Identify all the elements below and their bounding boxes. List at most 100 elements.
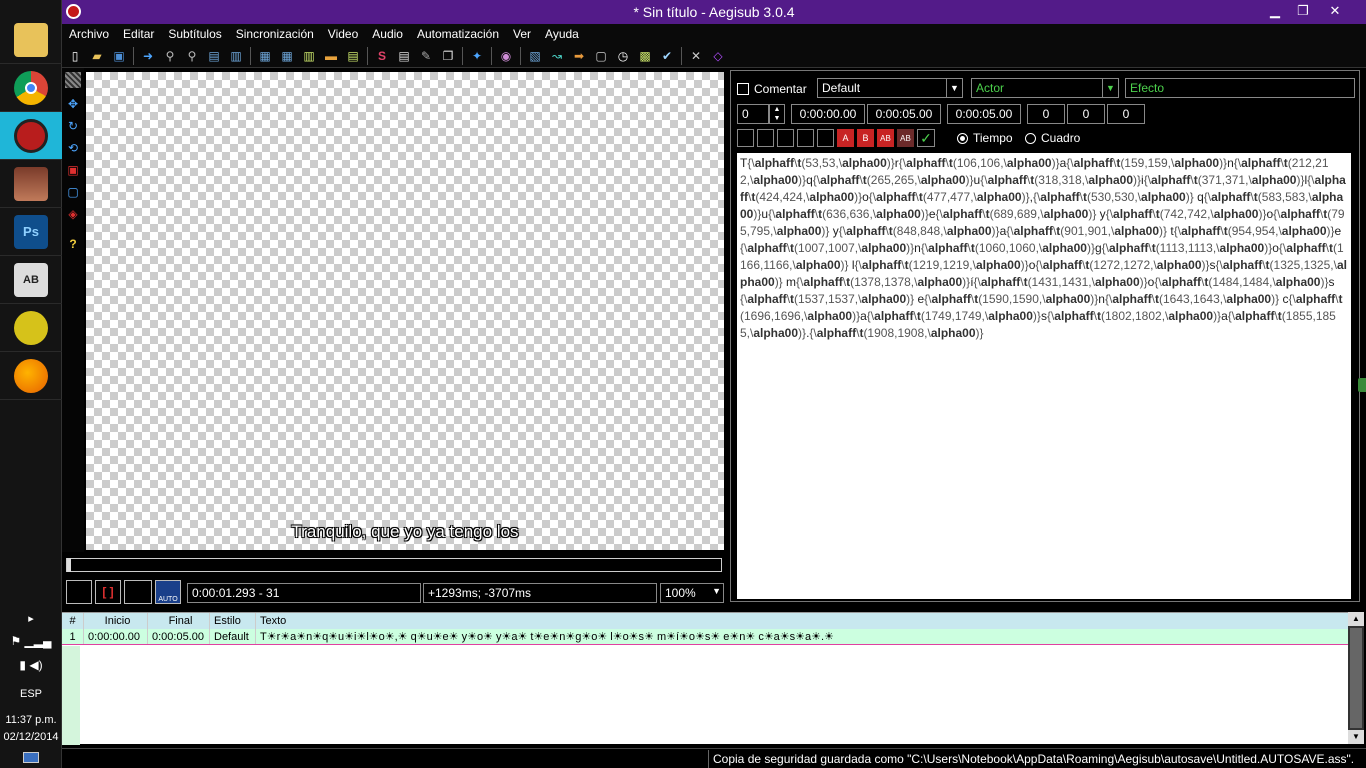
margin-left-field[interactable]: 0 — [1027, 104, 1065, 124]
play-button[interactable] — [66, 580, 92, 604]
comment-checkbox[interactable] — [737, 83, 749, 95]
zoom-in-icon[interactable]: ⚲ — [161, 47, 179, 65]
font-button[interactable] — [817, 129, 834, 147]
audio-details-icon[interactable]: ▦ — [278, 47, 296, 65]
menu-sincronizacion[interactable]: Sincronización — [229, 27, 321, 41]
rotate-xy-icon[interactable]: ⟲ — [65, 140, 81, 156]
standard-tool-icon[interactable] — [65, 72, 81, 88]
frame-radio-option[interactable]: Cuadro — [1025, 131, 1080, 145]
taskbar-translate[interactable]: AB — [0, 256, 62, 304]
autoscroll-toggle[interactable]: AUTO — [155, 580, 181, 604]
copy-icon[interactable]: ❐ — [439, 47, 457, 65]
automation-icon[interactable]: ✦ — [468, 47, 486, 65]
clock-icon[interactable]: ◷ — [614, 47, 632, 65]
italic-button[interactable] — [757, 129, 774, 147]
margin-right-field[interactable]: 0 — [1067, 104, 1105, 124]
underline-button[interactable] — [777, 129, 794, 147]
taskbar-photoshop[interactable]: Ps — [0, 208, 62, 256]
taskbar-file-explorer[interactable] — [0, 16, 62, 64]
show-desktop-icon[interactable] — [0, 752, 62, 766]
fonts-collector-icon[interactable]: ▢ — [592, 47, 610, 65]
translation-assistant-icon[interactable]: ▤ — [395, 47, 413, 65]
menu-video[interactable]: Video — [321, 27, 365, 41]
shadow-color-icon[interactable]: AB — [897, 129, 914, 147]
zoom-out-icon[interactable]: ⚲ — [183, 47, 201, 65]
clip-rect-icon[interactable]: ▢ — [65, 184, 81, 200]
menu-editar[interactable]: Editar — [116, 27, 161, 41]
shift-times-icon[interactable]: ↝ — [548, 47, 566, 65]
actor-select[interactable]: Actor ▼ — [971, 78, 1119, 98]
tools-icon[interactable]: ✕ — [687, 47, 705, 65]
clip-vector-icon[interactable]: ◈ — [65, 206, 81, 222]
drag-tool-icon[interactable]: ✥ — [65, 96, 81, 112]
subtitle-grid[interactable]: # Inicio Final Estilo Texto 1 0:00:00.00… — [62, 612, 1348, 745]
stop-button[interactable] — [124, 580, 152, 604]
rotate-z-icon[interactable]: ↻ — [65, 118, 81, 134]
language-indicator[interactable]: ESP — [0, 688, 62, 700]
timing-postprocessor-icon[interactable]: ▧ — [526, 47, 544, 65]
secondary-color-icon[interactable]: B — [857, 129, 874, 147]
start-time-field[interactable]: 0:00:00.00 — [791, 104, 865, 124]
seek-handle[interactable] — [67, 558, 71, 572]
maximize-button[interactable]: ❐ — [1290, 2, 1316, 20]
layer-spin-buttons[interactable]: ▲ ▼ — [769, 104, 785, 124]
subtitle-text-editor[interactable]: T{\alphaff\t(53,53,\alpha00)}r{\alphaff\… — [737, 153, 1351, 599]
properties-icon[interactable]: ▤ — [344, 47, 362, 65]
commit-check-icon[interactable]: ✓ — [917, 129, 935, 147]
time-radio-option[interactable]: Tiempo — [957, 131, 1013, 145]
attach-icon[interactable]: ✎ — [417, 47, 435, 65]
aegisub-app-icon[interactable] — [66, 4, 81, 19]
minimize-button[interactable]: ▁ — [1262, 2, 1288, 20]
taskbar-anime-avatar[interactable] — [0, 160, 62, 208]
effect-field[interactable]: Efecto — [1125, 78, 1355, 98]
layer-field[interactable]: 0 — [737, 104, 769, 124]
menu-ayuda[interactable]: Ayuda — [538, 27, 586, 41]
volume-icon[interactable]: ▮ ◀) — [0, 658, 62, 672]
menu-subtitulos[interactable]: Subtítulos — [161, 27, 228, 41]
bold-button[interactable] — [737, 129, 754, 147]
kanji-timer-icon[interactable]: ◉ — [497, 47, 515, 65]
primary-color-icon[interactable]: A — [837, 129, 854, 147]
video-seek-slider[interactable] — [66, 558, 722, 572]
scroll-up-icon[interactable]: ▲ — [1348, 612, 1364, 626]
comment-checkbox-row[interactable]: Comentar — [737, 82, 807, 96]
taskbar-aegisub[interactable] — [0, 112, 62, 160]
styling-assistant-icon[interactable]: S — [373, 47, 391, 65]
end-time-field[interactable]: 0:00:05.00 — [867, 104, 941, 124]
jump-to-icon[interactable]: ➜ — [139, 47, 157, 65]
zoom-select[interactable]: 100% ▼ — [660, 583, 724, 603]
tray-expand-icon[interactable]: ▸ — [0, 612, 62, 625]
strikeout-button[interactable] — [797, 129, 814, 147]
scale-tool-icon[interactable]: ▣ — [65, 162, 81, 178]
resample-icon[interactable]: ➡ — [570, 47, 588, 65]
video-tool-icon[interactable]: ▩ — [636, 47, 654, 65]
duration-field[interactable]: 0:00:05.00 — [947, 104, 1021, 124]
menu-audio[interactable]: Audio — [365, 27, 410, 41]
video-display[interactable]: Tranquilo, que yo ya tengo los — [86, 72, 724, 550]
scroll-down-icon[interactable]: ▼ — [1348, 730, 1364, 744]
network-icon[interactable]: ⚑ ▁▂▄ — [0, 634, 62, 648]
taskbar-firefox[interactable] — [0, 352, 62, 400]
styles-manager-icon[interactable]: ▥ — [300, 47, 318, 65]
help-icon[interactable]: ? — [65, 236, 81, 252]
snapshot-copy-icon[interactable]: ▥ — [227, 47, 245, 65]
menu-archivo[interactable]: Archivo — [62, 27, 116, 41]
spell-checker-icon[interactable]: ✔ — [658, 47, 676, 65]
panel-collapse-handle[interactable] — [1358, 378, 1366, 392]
margin-vertical-field[interactable]: 0 — [1107, 104, 1145, 124]
clock-date[interactable]: 02/12/2014 — [0, 731, 62, 743]
close-button[interactable]: ✕ — [1322, 2, 1348, 20]
video-time-field[interactable]: 0:00:01.293 - 31 — [187, 583, 421, 603]
export-icon[interactable]: ◇ — [709, 47, 727, 65]
taskbar-chrome[interactable] — [0, 64, 62, 112]
menu-automatizacion[interactable]: Automatización — [410, 27, 506, 41]
open-file-icon[interactable]: ▰ — [88, 47, 106, 65]
new-file-icon[interactable]: ▯ — [66, 47, 84, 65]
menu-ver[interactable]: Ver — [506, 27, 538, 41]
clock-time[interactable]: 11:37 p.m. — [0, 714, 62, 726]
play-line-button[interactable]: [ ] — [95, 580, 121, 604]
taskbar-apex[interactable] — [0, 304, 62, 352]
snapshot-icon[interactable]: ▤ — [205, 47, 223, 65]
save-file-icon[interactable]: ▣ — [110, 47, 128, 65]
table-row[interactable]: 1 0:00:00.00 0:00:05.00 Default T☀r☀a☀n☀… — [62, 629, 1348, 645]
